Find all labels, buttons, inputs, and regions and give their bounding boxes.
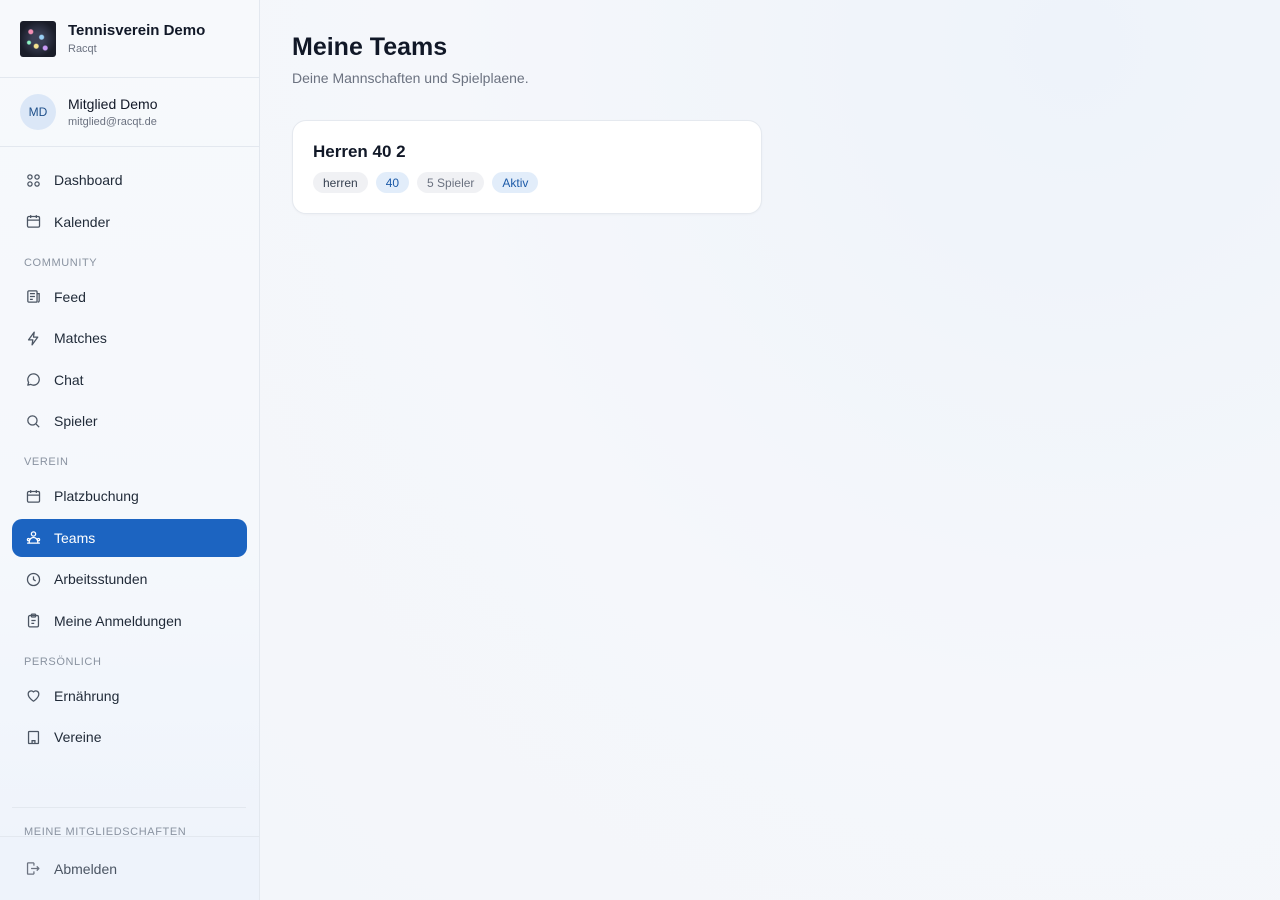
main-content: Meine Teams Deine Mannschaften und Spiel… xyxy=(260,0,1280,900)
sidebar-item-label: Matches xyxy=(54,330,107,346)
tag-age-class: 40 xyxy=(375,172,410,193)
sidebar-item-dashboard[interactable]: Dashboard xyxy=(12,161,247,199)
sidebar-item-feed[interactable]: Feed xyxy=(12,278,247,316)
sidebar-item-label: Teams xyxy=(54,529,96,546)
section-label-personal: PERSÖNLICH xyxy=(24,655,102,668)
grid-icon xyxy=(24,171,42,189)
team-tags: herren 40 5 Spieler Aktiv xyxy=(313,172,741,193)
sidebar-nav: Dashboard Kalender COMMUNITY Feed Matche xyxy=(0,147,259,900)
section-label-community: COMMUNITY xyxy=(24,256,98,269)
team-name: Herren 40 2 xyxy=(313,142,406,161)
divider xyxy=(12,807,246,808)
sidebar-item-label: Spieler xyxy=(54,413,98,429)
clipboard-icon xyxy=(24,612,42,630)
sidebar-item-label: Arbeitsstunden xyxy=(54,571,148,587)
club-name: Tennisverein Demo xyxy=(68,22,206,39)
sidebar-item-teams[interactable]: Teams xyxy=(12,518,247,557)
sidebar-item-label: Dashboard xyxy=(54,172,123,188)
sidebar-item-label: Ernährung xyxy=(54,687,120,704)
sidebar-item-arbeitsstunden[interactable]: Arbeitsstunden xyxy=(12,560,247,598)
calendar-icon xyxy=(24,213,42,231)
calendar-icon xyxy=(24,487,42,505)
tag-player-count: 5 Spieler xyxy=(417,172,485,193)
sidebar-item-label: Meine Anmeldungen xyxy=(54,612,182,629)
sidebar-item-spieler[interactable]: Spieler xyxy=(12,402,247,440)
sidebar-item-label: Platzbuchung xyxy=(54,488,139,504)
sidebar-item-matches[interactable]: Matches xyxy=(12,319,247,357)
clock-icon xyxy=(24,570,42,588)
sidebar-item-chat[interactable]: Chat xyxy=(12,361,247,399)
page-subtitle: Deine Mannschaften und Spielplaene. xyxy=(292,70,529,86)
user-text: Mitglied Demo mitglied@racqt.de xyxy=(68,96,157,128)
app-root: Tennisverein Demo Racqt MD Mitglied Demo… xyxy=(0,0,1280,900)
team-icon xyxy=(24,529,42,547)
lightning-icon xyxy=(24,329,42,347)
section-label-verein: VEREIN xyxy=(24,456,69,468)
app-name: Racqt xyxy=(68,43,97,55)
brand-header[interactable]: Tennisverein Demo Racqt xyxy=(0,0,259,78)
club-logo xyxy=(20,20,56,57)
status-badge: Aktiv xyxy=(492,172,539,193)
sidebar: Tennisverein Demo Racqt MD Mitglied Demo… xyxy=(0,0,260,900)
user-email: mitglied@racqt.de xyxy=(68,116,157,128)
team-card[interactable]: Herren 40 2 herren 40 5 Spieler Aktiv xyxy=(292,120,762,214)
sidebar-item-label: Kalender xyxy=(54,213,111,230)
sidebar-item-platzbuchung[interactable]: Platzbuchung xyxy=(12,477,247,515)
newspaper-icon xyxy=(24,288,42,306)
brand-text: Tennisverein Demo Racqt xyxy=(68,22,205,55)
sidebar-item-ernaehrung[interactable]: Ernährung xyxy=(12,677,247,715)
tag-gender: herren xyxy=(313,172,368,193)
sidebar-item-vereine[interactable]: Vereine xyxy=(12,718,247,756)
building-icon xyxy=(24,728,42,746)
user-profile[interactable]: MD Mitglied Demo mitglied@racqt.de xyxy=(0,78,259,147)
sidebar-item-kalender[interactable]: Kalender xyxy=(12,203,247,241)
logout-label: Abmelden xyxy=(54,860,118,877)
sidebar-item-label: Chat xyxy=(54,371,84,388)
logout-button[interactable]: Abmelden xyxy=(0,836,259,900)
sidebar-item-label: Vereine xyxy=(54,729,102,745)
chat-bubble-icon xyxy=(24,371,42,389)
heart-icon xyxy=(24,687,42,705)
sidebar-item-anmeldungen[interactable]: Meine Anmeldungen xyxy=(12,602,247,640)
sidebar-item-label: Feed xyxy=(54,288,86,305)
search-icon xyxy=(24,412,42,430)
user-name: Mitglied Demo xyxy=(68,96,158,112)
page-title: Meine Teams xyxy=(292,33,448,61)
avatar: MD xyxy=(20,94,56,130)
logout-icon xyxy=(24,860,42,878)
